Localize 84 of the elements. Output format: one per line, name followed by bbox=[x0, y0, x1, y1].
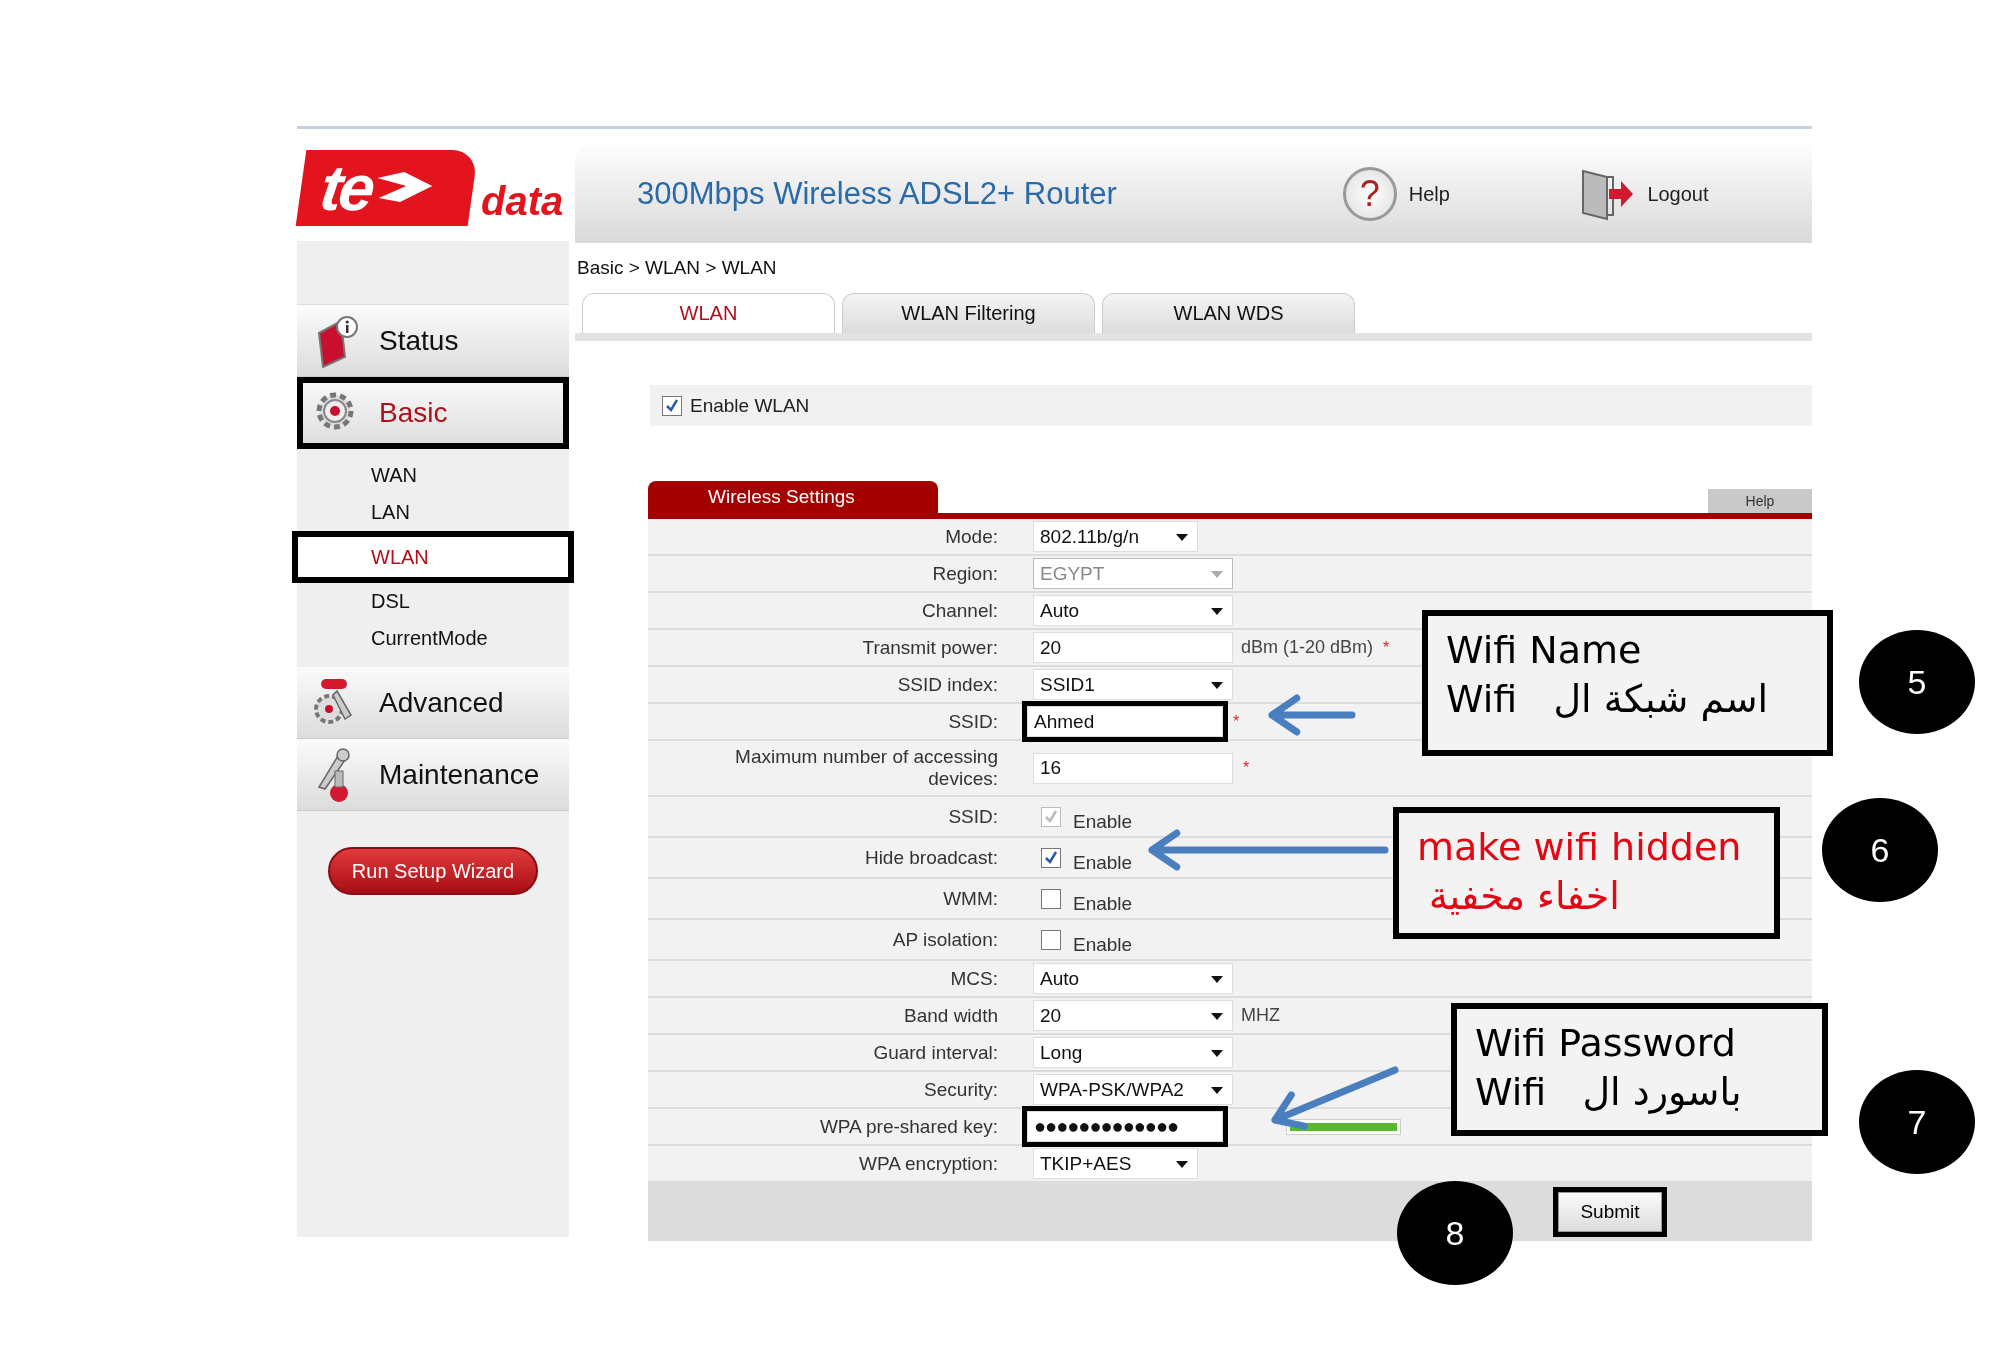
logo-text: te bbox=[316, 156, 377, 220]
field-label: WPA encryption: bbox=[857, 1152, 998, 1175]
help-button[interactable]: Help bbox=[1708, 489, 1812, 513]
dropdown[interactable]: Auto bbox=[1033, 963, 1233, 994]
checkbox-label: Enable bbox=[1073, 851, 1133, 874]
field-label: Security: bbox=[923, 1078, 998, 1101]
field-label: Transmit power: bbox=[861, 636, 998, 659]
step-badge: 8 bbox=[1397, 1181, 1513, 1285]
logo-text: data bbox=[481, 178, 564, 224]
caret-icon bbox=[1210, 973, 1224, 984]
caret-icon bbox=[1210, 605, 1224, 616]
checkbox-label: Enable bbox=[1073, 933, 1133, 956]
caret-icon bbox=[1175, 1158, 1189, 1169]
step-badge: 5 bbox=[1859, 630, 1975, 734]
nav-item[interactable]: Basic bbox=[297, 377, 569, 449]
page-title: 300Mbps Wireless ADSL2+ Router bbox=[636, 176, 1118, 212]
nav-subitem[interactable]: WLAN bbox=[292, 531, 574, 583]
nav-subitem[interactable]: LAN bbox=[297, 494, 569, 531]
annotation-text: Wifi باسورد ال bbox=[1475, 1069, 1743, 1117]
tab[interactable]: WLAN WDS bbox=[1102, 293, 1355, 333]
field-label: Guard interval: bbox=[872, 1041, 998, 1064]
dropdown[interactable]: Auto bbox=[1033, 595, 1233, 626]
dropdown[interactable]: TKIP+AES bbox=[1033, 1148, 1198, 1179]
required-mark: * bbox=[1383, 638, 1390, 657]
field-label: AP isolation: bbox=[891, 928, 998, 951]
field-label: Region: bbox=[931, 562, 998, 585]
field-label: Mode: bbox=[944, 525, 998, 548]
dropdown[interactable]: Long bbox=[1033, 1037, 1233, 1068]
tab[interactable]: WLAN Filtering bbox=[842, 293, 1095, 333]
annotation-text: Wifi Name bbox=[1446, 627, 1643, 674]
checkbox-label: Enable WLAN bbox=[690, 394, 810, 417]
caret-icon bbox=[1175, 531, 1189, 542]
step-badge: 7 bbox=[1859, 1070, 1975, 1174]
annotation-text: make wifi hidden bbox=[1417, 824, 1743, 871]
checkbox-label: Enable bbox=[1073, 892, 1133, 915]
annotation-text: Wifi Password bbox=[1475, 1020, 1737, 1067]
annotation-text: Wifi اسم شبكة ال bbox=[1446, 676, 1770, 724]
caret-icon bbox=[1210, 568, 1224, 579]
nav-subitem[interactable]: WAN bbox=[297, 457, 569, 494]
checkbox[interactable] bbox=[1041, 888, 1061, 909]
checkbox[interactable] bbox=[1041, 929, 1061, 950]
field-label: Hide broadcast: bbox=[863, 846, 998, 869]
required-mark: * bbox=[1233, 712, 1240, 731]
check-icon bbox=[664, 397, 680, 414]
field-label: WMM: bbox=[942, 887, 998, 910]
unit-label: MHZ bbox=[1241, 1005, 1280, 1026]
logout-link[interactable]: Logout bbox=[1647, 182, 1709, 206]
field-label: Band width bbox=[903, 1004, 998, 1027]
field-label: Channel: bbox=[920, 599, 998, 622]
nav-subitem[interactable]: CurrentMode bbox=[297, 620, 569, 657]
check-icon bbox=[1043, 808, 1059, 825]
unit-label: dBm (1-20 dBm) bbox=[1241, 637, 1374, 658]
input-field[interactable]: 20 bbox=[1033, 632, 1233, 663]
nav-item[interactable]: Maintenance bbox=[297, 739, 569, 811]
breadcrumb: Basic > WLAN > WLAN bbox=[576, 256, 778, 280]
field-label: WPA pre-shared key: bbox=[818, 1115, 998, 1138]
field-label: MCS: bbox=[949, 967, 998, 990]
nav-subitem[interactable]: DSL bbox=[297, 583, 569, 620]
caret-icon bbox=[1210, 1047, 1224, 1058]
help-icon[interactable]: ? bbox=[1342, 167, 1397, 221]
nav-item[interactable]: Advanced bbox=[297, 667, 569, 739]
field-label: Maximum number of accessing devices: bbox=[734, 746, 998, 790]
tab[interactable]: WLAN bbox=[582, 293, 835, 333]
required-mark: * bbox=[1243, 759, 1250, 777]
caret-icon bbox=[1210, 1010, 1224, 1021]
dropdown[interactable]: SSID1 bbox=[1033, 669, 1233, 700]
field-label: SSID: bbox=[947, 805, 998, 828]
dropdown[interactable]: WPA-PSK/WPA2 bbox=[1033, 1074, 1233, 1105]
help-link[interactable]: Help bbox=[1408, 182, 1450, 206]
input-field[interactable]: 16 bbox=[1033, 752, 1233, 784]
checkbox-label: Enable bbox=[1073, 810, 1133, 833]
checkbox[interactable] bbox=[662, 395, 682, 416]
field-label: SSID: bbox=[947, 710, 998, 733]
checkbox[interactable] bbox=[1041, 847, 1061, 868]
check-icon bbox=[1043, 849, 1059, 866]
nav-item[interactable]: Status bbox=[297, 305, 569, 377]
annotation-text: اخفاء مخفية bbox=[1428, 873, 1621, 921]
step-badge: 6 bbox=[1822, 798, 1938, 902]
caret-icon bbox=[1210, 679, 1224, 690]
caret-icon bbox=[1210, 1084, 1224, 1095]
setup-wizard-button[interactable]: Run Setup Wizard bbox=[328, 847, 538, 895]
dropdown[interactable]: 802.11b/g/n bbox=[1033, 521, 1198, 552]
dropdown[interactable]: 20 bbox=[1033, 1000, 1233, 1031]
field-label: SSID index: bbox=[896, 673, 998, 696]
